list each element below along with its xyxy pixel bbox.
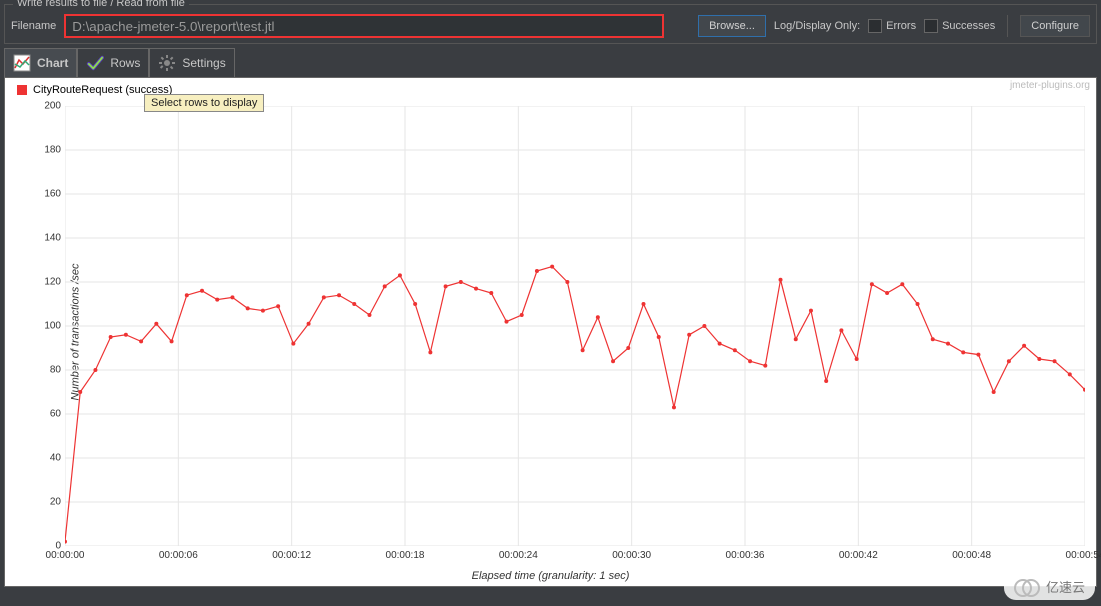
x-tick: 00:00:30 [612,550,651,561]
browse-button[interactable]: Browse... [698,15,766,37]
file-panel: Write results to file / Read from file F… [4,4,1097,44]
y-tick: 200 [44,101,61,112]
y-tick: 60 [50,409,61,420]
y-tick: 180 [44,145,61,156]
watermark-text: 亿速云 [1046,577,1085,596]
gear-icon [158,54,176,72]
y-tick: 160 [44,189,61,200]
x-tick: 00:00:36 [726,550,765,561]
watermark: 亿速云 [1004,573,1095,600]
x-tick: 00:00:06 [159,550,198,561]
tab-chart-label: Chart [37,56,68,70]
errors-checkbox[interactable]: Errors [868,19,916,33]
rows-tooltip: Select rows to display [144,94,264,112]
checkmark-icon [86,54,104,72]
x-tick: 00:00:42 [839,550,878,561]
chart-panel: CityRouteRequest (success) jmeter-plugin… [4,77,1097,587]
plugin-credit: jmeter-plugins.org [1010,80,1090,91]
x-tick: 00:00:48 [952,550,991,561]
x-tick: 00:00:00 [46,550,85,561]
tab-bar: Chart Rows Settings [4,48,1097,77]
x-tick: 00:00:24 [499,550,538,561]
x-tick: 00:00:54 [1066,550,1101,561]
tab-settings[interactable]: Settings [149,48,234,77]
x-tick: 00:00:18 [386,550,425,561]
x-axis-label: Elapsed time (granularity: 1 sec) [5,570,1096,582]
tab-chart[interactable]: Chart [4,48,77,77]
legend-swatch [17,85,27,95]
watermark-logo-icon [1014,579,1040,595]
filename-label: Filename [11,20,56,32]
tab-settings-label: Settings [182,56,225,70]
y-tick: 120 [44,277,61,288]
tab-rows-label: Rows [110,56,140,70]
chart-icon [13,54,31,72]
y-tick: 100 [44,321,61,332]
y-tick: 140 [44,233,61,244]
y-tick: 20 [50,497,61,508]
plot-area[interactable] [65,106,1085,546]
chart-series [65,106,1085,546]
successes-checkbox[interactable]: Successes [924,19,995,33]
tab-rows[interactable]: Rows [77,48,149,77]
filename-input[interactable] [64,14,664,38]
log-only-label: Log/Display Only: [774,20,860,32]
y-tick: 40 [50,453,61,464]
x-tick: 00:00:12 [272,550,311,561]
y-tick: 80 [50,365,61,376]
file-panel-legend: Write results to file / Read from file [13,0,189,9]
configure-button[interactable]: Configure [1020,15,1090,37]
